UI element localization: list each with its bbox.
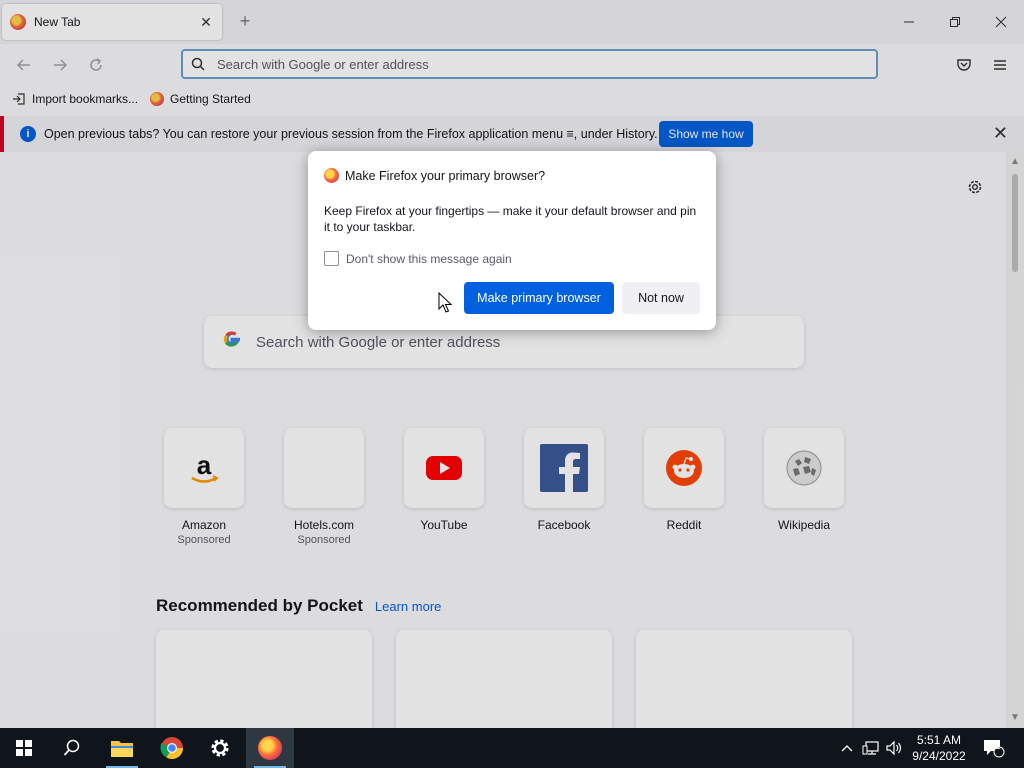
- dont-show-again-checkbox[interactable]: Don't show this message again: [324, 251, 512, 266]
- modal-overlay: [0, 0, 1024, 728]
- firefox-icon: [258, 736, 282, 760]
- make-primary-browser-button[interactable]: Make primary browser: [464, 282, 614, 314]
- gear-icon: [211, 739, 229, 757]
- chrome-icon: [160, 737, 183, 759]
- checkbox-label: Don't show this message again: [346, 251, 512, 266]
- not-now-button[interactable]: Not now: [622, 282, 700, 314]
- taskbar-chrome[interactable]: [148, 728, 196, 768]
- show-hidden-icons[interactable]: [838, 728, 856, 768]
- windows-start-icon: [16, 740, 32, 756]
- notification-center[interactable]: 1: [980, 728, 1008, 768]
- mouse-cursor-icon: [438, 292, 452, 313]
- taskbar-file-explorer[interactable]: [98, 728, 146, 768]
- taskbar-search-button[interactable]: [48, 728, 96, 768]
- dialog-body: Keep Firefox at your fingertips — make i…: [324, 204, 697, 234]
- taskbar-firefox[interactable]: [246, 728, 294, 768]
- start-button[interactable]: [0, 728, 48, 768]
- system-clock[interactable]: 5:51 AM 9/24/2022: [904, 732, 974, 764]
- folder-icon: [111, 741, 133, 757]
- dialog-title-text: Make Firefox your primary browser?: [345, 168, 546, 183]
- network-status[interactable]: [860, 728, 882, 768]
- taskbar-settings[interactable]: [196, 728, 244, 768]
- firefox-icon: [324, 168, 339, 183]
- notification-count: 1: [995, 741, 1001, 751]
- default-browser-dialog: Make Firefox your primary browser? Keep …: [308, 151, 716, 330]
- dialog-title: Make Firefox your primary browser?: [324, 168, 545, 183]
- search-icon: [63, 739, 80, 756]
- windows-taskbar: 5:51 AM 9/24/2022 1: [0, 728, 1024, 768]
- volume-control[interactable]: [884, 728, 904, 768]
- chevron-up-icon: [841, 745, 853, 752]
- clock-time: 5:51 AM: [916, 733, 962, 747]
- speaker-icon: [886, 740, 902, 756]
- network-icon: [862, 741, 879, 755]
- clock-date: 9/24/2022: [912, 749, 966, 763]
- checkbox-box[interactable]: [324, 251, 339, 266]
